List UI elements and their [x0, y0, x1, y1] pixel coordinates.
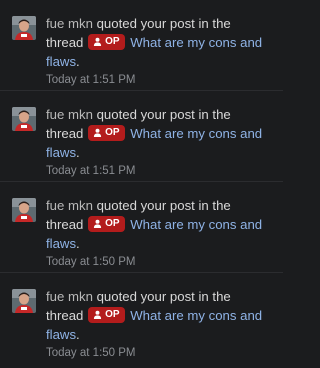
- avatar[interactable]: [12, 16, 36, 40]
- notification-action: quoted your post in the: [96, 107, 231, 122]
- thread-title-link[interactable]: What are my cons and: [130, 217, 262, 232]
- notification-context: thread: [46, 126, 84, 141]
- op-badge-label: OP: [105, 35, 120, 47]
- notification-content: fue mkn quoted your post in the thread O…: [46, 287, 274, 361]
- user-name[interactable]: fue mkn: [46, 289, 93, 304]
- notification-context: thread: [46, 217, 84, 232]
- thread-title-link-cont[interactable]: flaws: [46, 236, 76, 251]
- notification-item[interactable]: fue mkn quoted your post in the thread O…: [0, 0, 283, 91]
- notification-content: fue mkn quoted your post in the thread O…: [46, 14, 274, 88]
- timestamp: Today at 1:51 PM: [46, 74, 136, 86]
- notification-action: quoted your post in the: [96, 289, 231, 304]
- avatar-image: [12, 107, 36, 131]
- thread-title-link-cont[interactable]: flaws: [46, 327, 76, 342]
- notification-action: quoted your post in the: [96, 198, 231, 213]
- user-icon: [93, 219, 102, 228]
- op-badge-label: OP: [105, 126, 120, 138]
- op-badge: OP: [88, 33, 125, 50]
- user-name[interactable]: fue mkn: [46, 107, 93, 122]
- notification-context: thread: [46, 35, 84, 50]
- op-badge: OP: [88, 124, 125, 141]
- op-badge-label: OP: [105, 308, 120, 320]
- op-badge: OP: [88, 306, 125, 323]
- user-icon: [93, 37, 102, 46]
- notification-content: fue mkn quoted your post in the thread O…: [46, 105, 274, 179]
- notification-item[interactable]: fue mkn quoted your post in the thread O…: [0, 91, 283, 182]
- avatar-image: [12, 289, 36, 313]
- avatar-image: [12, 198, 36, 222]
- user-icon: [93, 310, 102, 319]
- timestamp: Today at 1:51 PM: [46, 165, 136, 177]
- notification-item[interactable]: fue mkn quoted your post in the thread O…: [0, 273, 283, 364]
- user-name[interactable]: fue mkn: [46, 198, 93, 213]
- avatar[interactable]: [12, 107, 36, 131]
- user-icon: [93, 128, 102, 137]
- thread-title-link[interactable]: What are my cons and: [130, 126, 262, 141]
- thread-title-link-cont[interactable]: flaws: [46, 145, 76, 160]
- notification-item[interactable]: fue mkn quoted your post in the thread O…: [0, 182, 283, 273]
- avatar-image: [12, 16, 36, 40]
- timestamp: Today at 1:50 PM: [46, 256, 136, 268]
- thread-title-link-cont[interactable]: flaws: [46, 54, 76, 69]
- notification-list: fue mkn quoted your post in the thread O…: [0, 0, 283, 368]
- notification-context: thread: [46, 308, 84, 323]
- notification-content: fue mkn quoted your post in the thread O…: [46, 196, 274, 270]
- op-badge-label: OP: [105, 217, 120, 229]
- user-name[interactable]: fue mkn: [46, 16, 93, 31]
- notification-action: quoted your post in the: [96, 16, 231, 31]
- avatar[interactable]: [12, 289, 36, 313]
- thread-title-link[interactable]: What are my cons and: [130, 35, 262, 50]
- op-badge: OP: [88, 215, 125, 232]
- timestamp: Today at 1:50 PM: [46, 347, 136, 359]
- avatar[interactable]: [12, 198, 36, 222]
- thread-title-link[interactable]: What are my cons and: [130, 308, 262, 323]
